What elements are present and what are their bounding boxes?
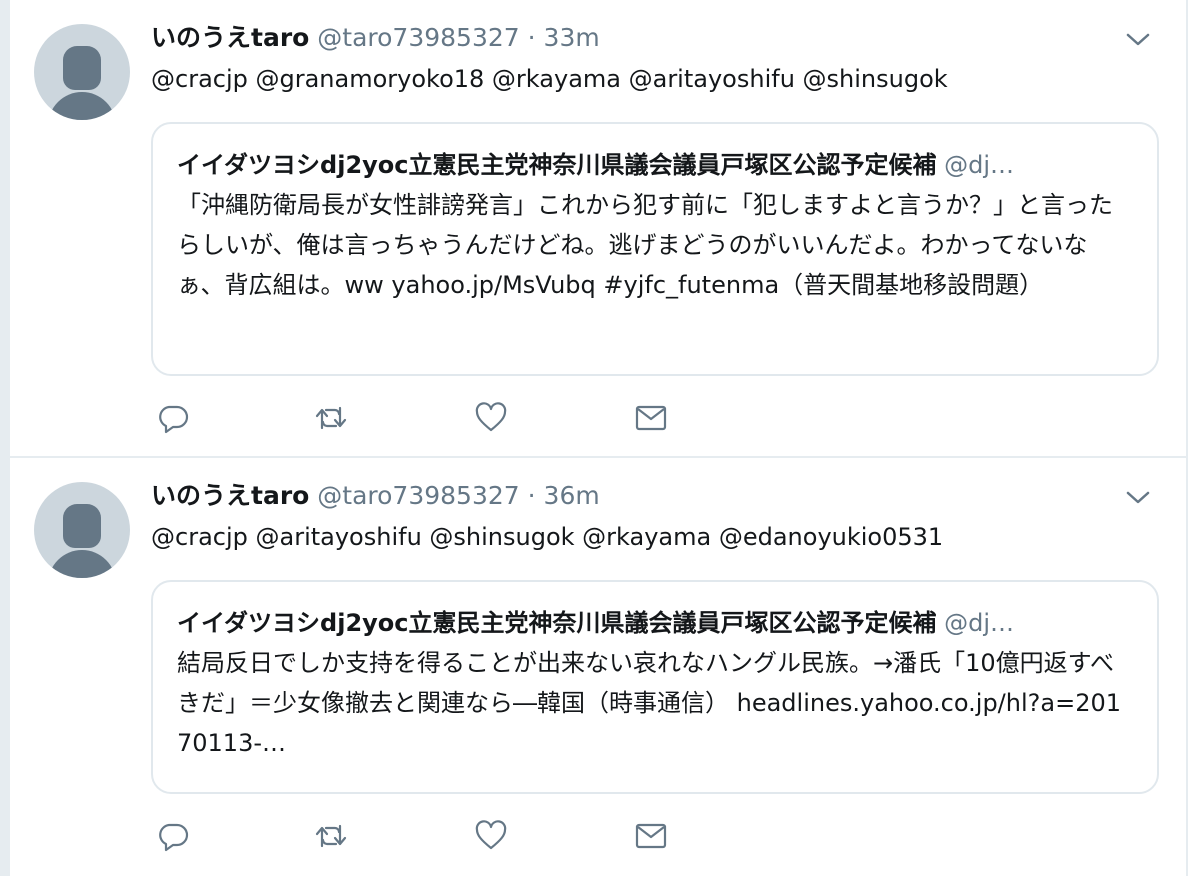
separator-dot: · (527, 481, 536, 510)
display-name[interactable]: いのうえtaro (151, 481, 309, 510)
tweet[interactable]: いのうえtaro @taro73985327 · 33m @cracjp @gr… (10, 0, 1186, 456)
quoted-user-handle: @dj… (944, 151, 1015, 179)
chevron-down-icon[interactable] (1124, 484, 1152, 512)
avatar-body-shape (48, 92, 116, 120)
chevron-down-icon[interactable] (1124, 26, 1152, 54)
heart-icon[interactable] (473, 818, 513, 858)
reply-icon[interactable] (155, 400, 195, 440)
envelope-icon[interactable] (633, 400, 673, 440)
quoted-tweet-text: 「沖縄防衛局長が女性誹謗発言」これから犯す前に「犯しますよと言うか？」と言ったら… (177, 191, 1113, 299)
avatar-head-shape (63, 504, 101, 548)
avatar[interactable] (34, 482, 130, 578)
mention-list[interactable]: @cracjp @aritayoshifu @shinsugok @rkayam… (151, 520, 943, 554)
avatar[interactable] (34, 24, 130, 120)
quoted-user-handle: @dj… (944, 609, 1015, 637)
display-name[interactable]: いのうえtaro (151, 23, 309, 52)
retweet-icon[interactable] (313, 818, 353, 858)
retweet-icon[interactable] (313, 400, 353, 440)
tweet[interactable]: いのうえtaro @taro73985327 · 36m @cracjp @ar… (10, 458, 1186, 876)
tweet-header: いのうえtaro @taro73985327 · 33m (151, 20, 600, 56)
envelope-icon[interactable] (633, 818, 673, 858)
separator-dot: · (527, 23, 536, 52)
avatar-body-shape (48, 550, 116, 578)
quoted-tweet-header: イイダツヨシdj2yoc立憲民主党神奈川県議会議員戸塚区公認予定候補 @dj… (177, 148, 1133, 182)
user-handle[interactable]: @taro73985327 (317, 481, 519, 510)
quoted-tweet-text: 結局反日でしか支持を得ることが出来ない哀れなハングル民族。→潘氏「10億円返すべ… (177, 649, 1122, 757)
heart-icon[interactable] (473, 400, 513, 440)
timeline: いのうえtaro @taro73985327 · 33m @cracjp @gr… (10, 0, 1186, 876)
timestamp[interactable]: 33m (544, 23, 600, 52)
quoted-tweet[interactable]: イイダツヨシdj2yoc立憲民主党神奈川県議会議員戸塚区公認予定候補 @dj… … (151, 580, 1159, 794)
quoted-tweet-header: イイダツヨシdj2yoc立憲民主党神奈川県議会議員戸塚区公認予定候補 @dj… (177, 606, 1133, 640)
quoted-display-name: イイダツヨシdj2yoc立憲民主党神奈川県議会議員戸塚区公認予定候補 (177, 609, 937, 637)
mention-list[interactable]: @cracjp @granamoryoko18 @rkayama @aritay… (151, 62, 948, 96)
quoted-tweet[interactable]: イイダツヨシdj2yoc立憲民主党神奈川県議会議員戸塚区公認予定候補 @dj… … (151, 122, 1159, 376)
user-handle[interactable]: @taro73985327 (317, 23, 519, 52)
tweet-header: いのうえtaro @taro73985327 · 36m (151, 478, 600, 514)
timestamp[interactable]: 36m (544, 481, 600, 510)
quoted-display-name: イイダツヨシdj2yoc立憲民主党神奈川県議会議員戸塚区公認予定候補 (177, 151, 937, 179)
reply-icon[interactable] (155, 818, 195, 858)
avatar-head-shape (63, 46, 101, 90)
